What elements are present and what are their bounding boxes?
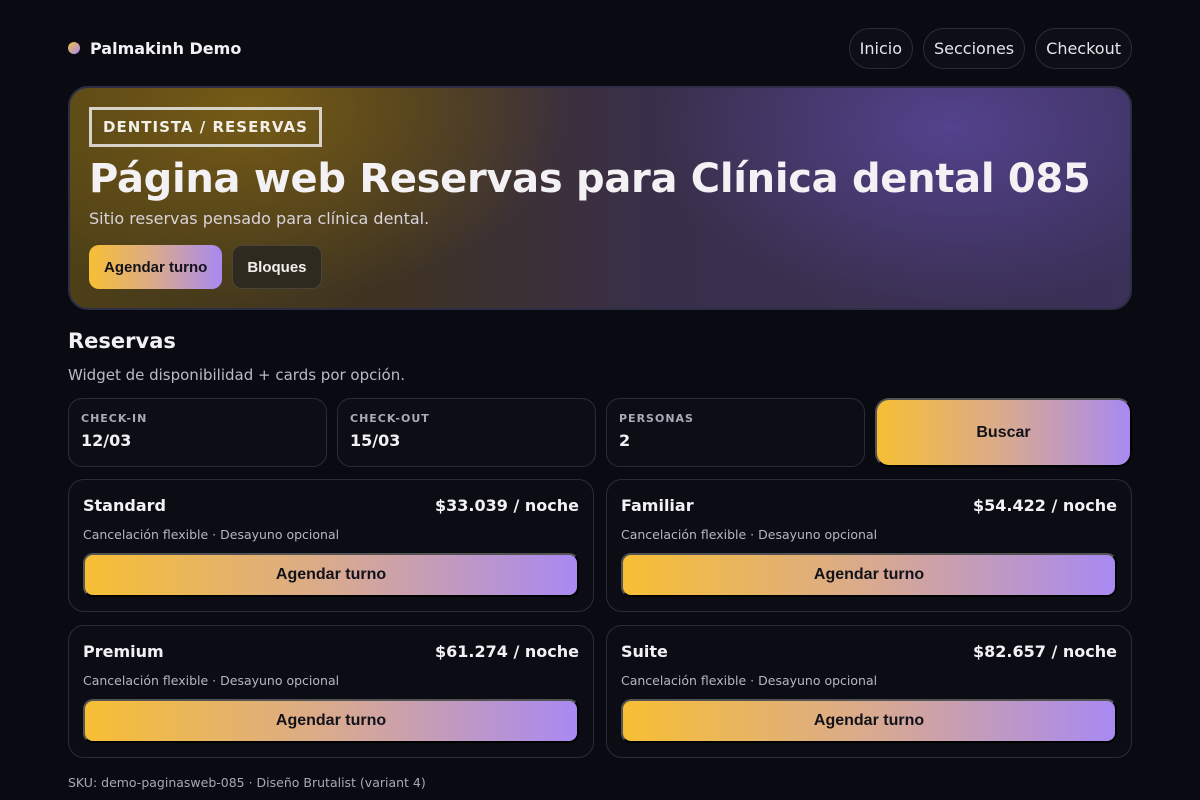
- checkin-value: 12/03: [81, 431, 132, 450]
- page: Palmakinh Demo Inicio Secciones Checkout…: [0, 0, 1200, 800]
- checkin-field[interactable]: CHECK-IN 12/03: [68, 398, 327, 467]
- brand-name: Palmakinh Demo: [90, 38, 242, 58]
- nav-link-checkout[interactable]: Checkout: [1035, 27, 1132, 69]
- section-title: Reservas: [68, 329, 176, 353]
- card-book-button[interactable]: Agendar turno: [621, 699, 1117, 743]
- nav-link-secciones[interactable]: Secciones: [922, 27, 1026, 69]
- card-price: $82.657 / noche: [973, 642, 1117, 661]
- hero-title: Página web Reservas para Clínica dental …: [89, 156, 1091, 202]
- hero-subtitle: Sitio reservas pensado para clínica dent…: [89, 209, 430, 228]
- checkout-label: CHECK-OUT: [350, 412, 430, 425]
- card-description: Cancelación flexible · Desayuno opcional: [621, 673, 878, 688]
- checkin-label: CHECK-IN: [81, 412, 148, 425]
- people-value: 2: [619, 431, 631, 450]
- hero-blocks-button[interactable]: Bloques: [232, 245, 322, 289]
- main-nav: Inicio Secciones Checkout: [848, 27, 1132, 69]
- hero-category-tag: DENTISTA / RESERVAS: [89, 107, 322, 147]
- card-description: Cancelación flexible · Desayuno opcional: [83, 527, 340, 542]
- checkout-field[interactable]: CHECK-OUT 15/03: [337, 398, 596, 467]
- card-title: Standard: [83, 496, 166, 515]
- people-label: PERSONAS: [619, 412, 694, 425]
- checkout-value: 15/03: [350, 431, 401, 450]
- hero-book-button[interactable]: Agendar turno: [89, 245, 223, 289]
- people-field[interactable]: PERSONAS 2: [606, 398, 865, 467]
- card-description: Cancelación flexible · Desayuno opcional: [621, 527, 878, 542]
- card-price: $61.274 / noche: [435, 642, 579, 661]
- card-description: Cancelación flexible · Desayuno opcional: [83, 673, 340, 688]
- footer-sku: SKU: demo-paginasweb-085 · Diseño Brutal…: [68, 775, 426, 790]
- card-title: Suite: [621, 642, 668, 661]
- hero-banner: DENTISTA / RESERVAS Página web Reservas …: [68, 86, 1132, 310]
- brand[interactable]: Palmakinh Demo: [68, 39, 241, 58]
- card-title: Familiar: [621, 496, 694, 515]
- option-card-familiar: Familiar $54.422 / noche Cancelación fle…: [606, 479, 1132, 612]
- brand-logo-dot-icon: [68, 42, 80, 54]
- option-card-suite: Suite $82.657 / noche Cancelación flexib…: [606, 625, 1132, 758]
- hero-actions: Agendar turno Bloques: [89, 245, 322, 289]
- card-book-button[interactable]: Agendar turno: [83, 553, 579, 597]
- option-card-standard: Standard $33.039 / noche Cancelación fle…: [68, 479, 594, 612]
- search-button[interactable]: Buscar: [875, 398, 1132, 467]
- option-card-premium: Premium $61.274 / noche Cancelación flex…: [68, 625, 594, 758]
- card-price: $54.422 / noche: [973, 496, 1117, 515]
- option-cards: Standard $33.039 / noche Cancelación fle…: [68, 479, 1132, 758]
- card-book-button[interactable]: Agendar turno: [621, 553, 1117, 597]
- top-bar: Palmakinh Demo Inicio Secciones Checkout: [68, 27, 1132, 69]
- card-book-button[interactable]: Agendar turno: [83, 699, 579, 743]
- availability-widget: CHECK-IN 12/03 CHECK-OUT 15/03 PERSONAS …: [68, 398, 1132, 467]
- card-title: Premium: [83, 642, 164, 661]
- section-subtitle: Widget de disponibilidad + cards por opc…: [68, 366, 405, 384]
- nav-link-inicio[interactable]: Inicio: [848, 27, 913, 69]
- card-price: $33.039 / noche: [435, 496, 579, 515]
